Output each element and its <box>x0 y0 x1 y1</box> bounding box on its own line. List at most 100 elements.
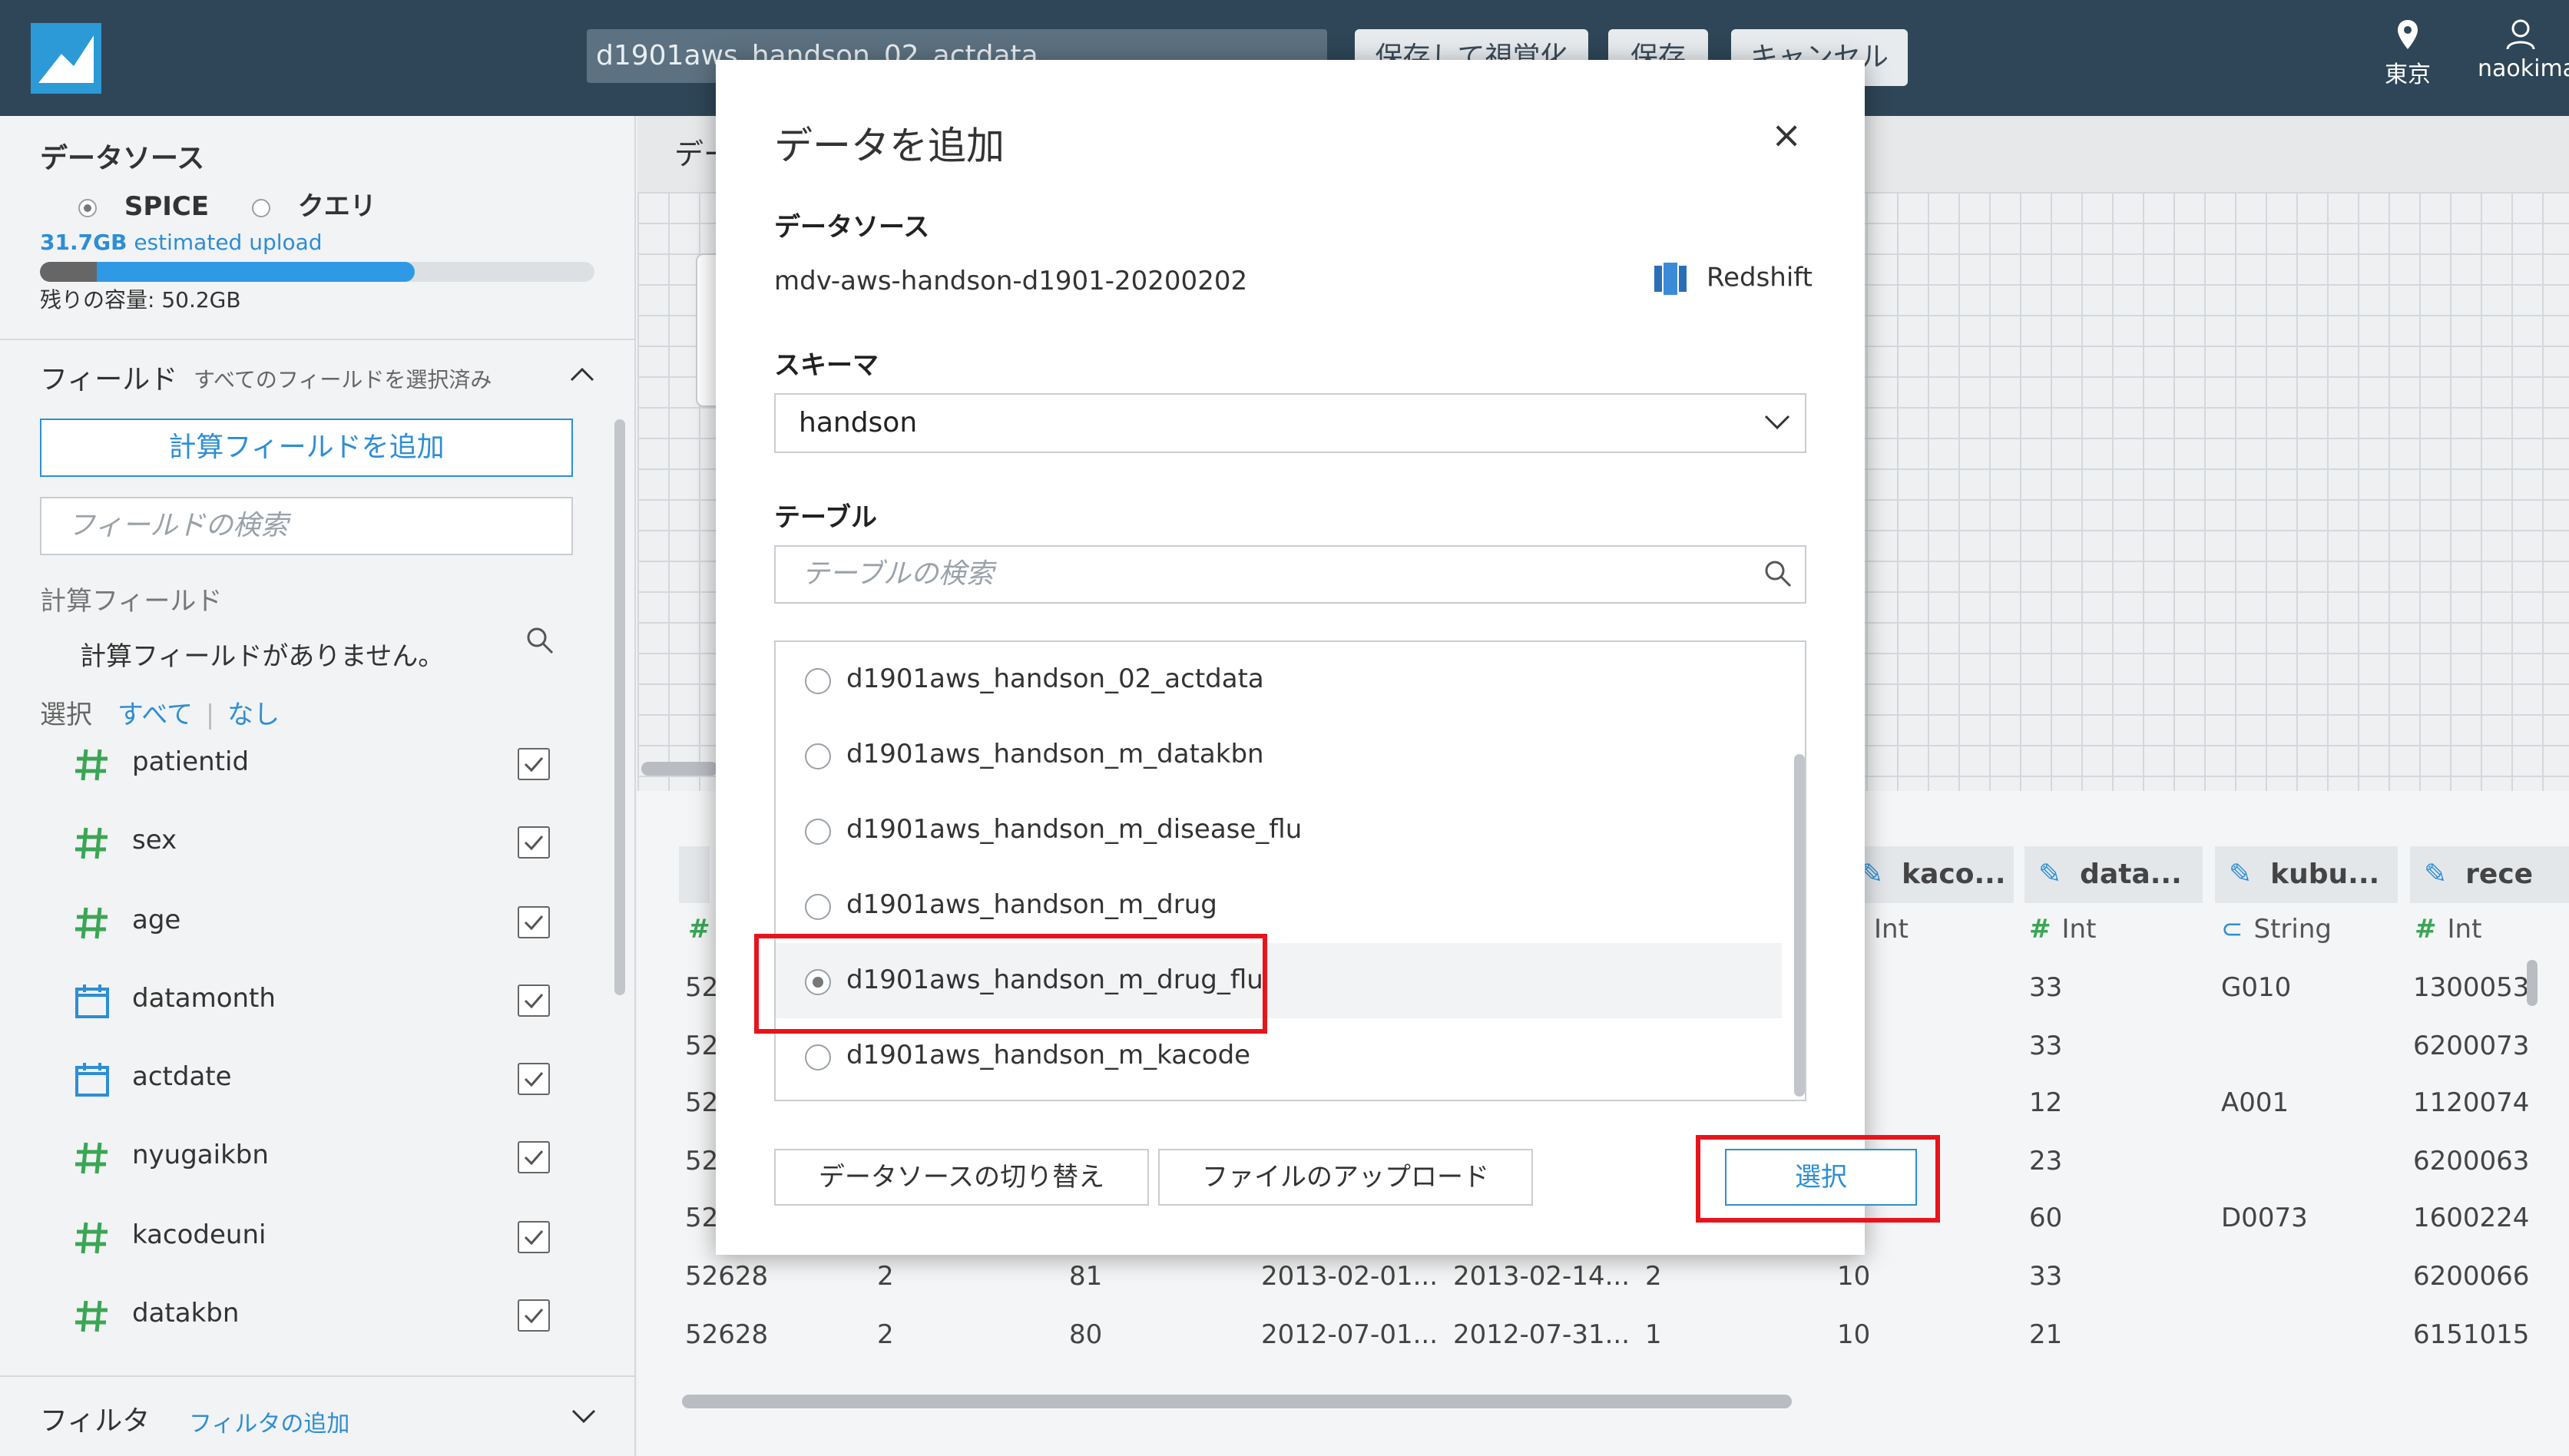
canvas-scrollbar[interactable] <box>641 762 718 776</box>
checkmark-icon <box>524 836 544 851</box>
chevron-down-icon <box>1764 415 1790 430</box>
table-list-item[interactable]: d1901aws_handson_m_disease_flu <box>776 793 1782 868</box>
table-cell: A001 <box>2221 1087 2289 1118</box>
table-list-item[interactable]: d1901aws_handson_02_actdata <box>776 642 1782 717</box>
table-cell: 2 <box>877 1319 894 1350</box>
table-cell: 6151015 <box>2413 1319 2530 1350</box>
field-checkbox[interactable] <box>518 1063 550 1095</box>
field-checkbox[interactable] <box>518 826 550 859</box>
left-panel: データソース SPICE クエリ 31.7GB estimated upload… <box>0 116 636 1456</box>
spice-radio[interactable] <box>78 198 97 217</box>
checkmark-icon <box>524 1072 544 1087</box>
table-radio[interactable] <box>805 894 831 920</box>
table-radio[interactable] <box>805 1044 831 1070</box>
field-checkbox[interactable] <box>518 1299 550 1332</box>
table-search-input[interactable]: テーブルの検索 <box>774 545 1806 604</box>
search-icon <box>527 627 554 654</box>
table-list-item[interactable]: d1901aws_handson_m_datakbn <box>776 717 1782 793</box>
query-radio[interactable] <box>251 198 270 217</box>
select-none-link[interactable]: なし <box>227 700 280 730</box>
table-cell: 10 <box>1837 1319 1871 1350</box>
table-cell: 21 <box>2029 1319 2063 1350</box>
column-header-kaco[interactable]: ✎ kaco... <box>1846 846 2014 903</box>
column-header-rece[interactable]: ✎ rece <box>2410 846 2569 903</box>
field-row[interactable]: age <box>74 898 558 945</box>
close-icon[interactable]: × <box>1771 114 1802 157</box>
table-cell: 52 <box>685 1087 719 1118</box>
datasource-type: Redshift <box>1651 260 1813 298</box>
field-checkbox[interactable] <box>518 748 550 780</box>
table-name: d1901aws_handson_m_disease_flu <box>846 814 1303 845</box>
calendar-icon <box>75 984 109 1018</box>
region-selector[interactable]: 東京 <box>2373 18 2442 89</box>
field-row[interactable]: sex <box>74 819 558 865</box>
field-search-input[interactable]: フィールドの検索 <box>40 497 573 555</box>
highlight-selected-table <box>754 934 1267 1034</box>
checkmark-icon <box>524 1230 544 1246</box>
table-cell: 33 <box>2029 972 2063 1003</box>
search-icon <box>1765 561 1792 587</box>
datasource-name: mdv-aws-handson-d1901-20200202 <box>774 266 1248 296</box>
spice-capacity-bar <box>40 262 594 282</box>
column-type-kaco: Int <box>1874 914 1909 945</box>
calendar-icon <box>75 1063 109 1097</box>
table-cell: 52 <box>685 1146 719 1176</box>
table-radio[interactable] <box>805 743 831 769</box>
table-radio[interactable] <box>805 668 831 694</box>
field-row[interactable]: nyugaikbn <box>74 1133 558 1180</box>
select-all-link[interactable]: すべて <box>118 700 193 730</box>
number-icon: # <box>2415 914 2437 945</box>
user-menu[interactable]: naokima <box>2470 18 2569 82</box>
chevron-down-icon[interactable] <box>571 1409 596 1425</box>
chevron-up-icon[interactable] <box>570 366 594 382</box>
schema-select[interactable]: handson <box>774 393 1806 453</box>
add-calculated-field-button[interactable]: 計算フィールドを追加 <box>40 419 573 477</box>
field-checkbox[interactable] <box>518 1221 550 1253</box>
pencil-icon: ✎ <box>2424 859 2448 890</box>
table-name: d1901aws_handson_m_drug <box>846 889 1217 920</box>
table-list-item[interactable]: d1901aws_handson_m_drug <box>776 868 1782 943</box>
column-type-data: # Int <box>2029 914 2097 945</box>
table-radio[interactable] <box>805 819 831 845</box>
field-row[interactable]: kacodeuni <box>74 1213 558 1259</box>
table-name: d1901aws_handson_02_actdata <box>846 663 1264 694</box>
field-row[interactable]: actdate <box>74 1055 558 1101</box>
table-cell: 80 <box>1069 1319 1103 1350</box>
left-panel-scrollbar[interactable] <box>614 419 625 995</box>
redshift-icon <box>1654 263 1687 295</box>
column-header[interactable] <box>679 846 710 903</box>
table-cell: 33 <box>2029 1261 2063 1292</box>
field-name: nyugaikbn <box>132 1140 269 1170</box>
quicksight-logo-icon[interactable] <box>31 23 101 94</box>
field-checkbox[interactable] <box>518 906 550 938</box>
field-checkbox[interactable] <box>518 1141 550 1173</box>
column-type-rece: # Int <box>2415 914 2482 945</box>
field-name: datakbn <box>132 1298 240 1329</box>
table-vertical-scrollbar[interactable] <box>2527 960 2538 1006</box>
table-list-scrollbar[interactable] <box>1794 754 1805 1097</box>
table-cell: 12 <box>2029 1087 2063 1118</box>
modal-title: データを追加 <box>774 124 1005 168</box>
field-row[interactable]: datakbn <box>74 1292 558 1338</box>
switch-datasource-button[interactable]: データソースの切り替え <box>774 1149 1149 1206</box>
add-data-modal: データを追加 × データソース mdv-aws-handson-d1901-20… <box>716 60 1917 1255</box>
field-name: actdate <box>132 1061 232 1092</box>
number-icon <box>75 907 108 939</box>
table-cell: 33 <box>2029 1031 2063 1061</box>
field-row[interactable]: patientid <box>74 740 558 786</box>
table-cell: 1600224 <box>2413 1203 2530 1233</box>
query-label: クエリ <box>297 191 376 222</box>
calc-fields-title: 計算フィールド <box>40 586 223 617</box>
table-cell: 52628 <box>685 1319 769 1350</box>
column-header-kubu[interactable]: ✎ kubu... <box>2215 846 2398 903</box>
field-name: kacodeuni <box>132 1219 267 1250</box>
table-horizontal-scrollbar[interactable] <box>682 1395 1792 1408</box>
column-header-data[interactable]: ✎ data... <box>2024 846 2203 903</box>
table-cell: 52628 <box>685 1261 769 1292</box>
upload-file-button[interactable]: ファイルのアップロード <box>1158 1149 1533 1206</box>
region-label: 東京 <box>2385 61 2431 88</box>
spice-label: SPICE <box>124 191 210 222</box>
add-filter-link[interactable]: フィルタの追加 <box>189 1405 349 1438</box>
field-checkbox[interactable] <box>518 984 550 1017</box>
field-row[interactable]: datamonth <box>74 977 558 1023</box>
